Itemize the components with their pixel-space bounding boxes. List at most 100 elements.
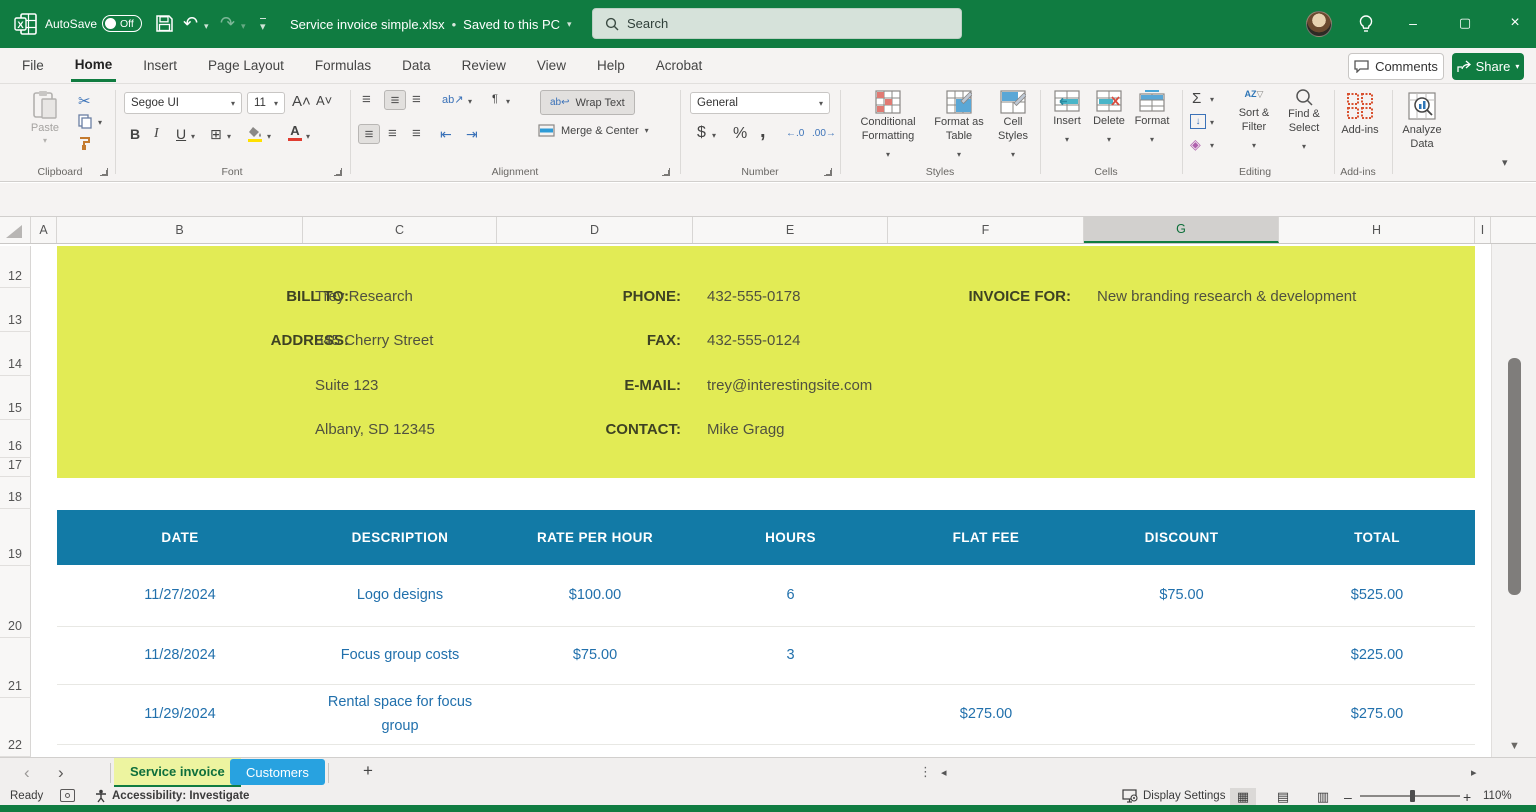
- bold-button[interactable]: B: [130, 126, 140, 142]
- view-page-break-button[interactable]: ▥: [1310, 788, 1336, 805]
- cell-rate[interactable]: $75.00: [497, 644, 693, 668]
- accessibility-status[interactable]: Accessibility: Investigate: [112, 790, 249, 802]
- column-header-g[interactable]: G: [1084, 217, 1279, 243]
- merge-center-button[interactable]: Merge & Center ▾: [538, 124, 649, 137]
- decrease-decimal-icon[interactable]: .00→: [812, 128, 836, 139]
- document-title[interactable]: Service invoice simple.xlsx • Saved to t…: [290, 0, 572, 48]
- zoom-slider-thumb[interactable]: [1410, 790, 1415, 802]
- tab-splitter-icon[interactable]: ⋮: [919, 764, 932, 780]
- font-dialog-launcher[interactable]: [334, 168, 342, 176]
- add-sheet-button[interactable]: +: [363, 761, 373, 781]
- underline-dropdown-icon[interactable]: ▾: [191, 132, 195, 141]
- autosum-dropdown-icon[interactable]: ▾: [1210, 95, 1214, 104]
- font-size-combo[interactable]: 11 ▾: [247, 92, 285, 114]
- tab-insert[interactable]: Insert: [139, 49, 181, 82]
- macro-record-icon[interactable]: [60, 789, 75, 802]
- copy-dropdown-icon[interactable]: ▾: [98, 118, 102, 127]
- text-direction-icon[interactable]: ¶: [492, 93, 498, 105]
- row-header-12[interactable]: 12: [0, 246, 31, 288]
- hscroll-left-icon[interactable]: ◂: [941, 766, 947, 779]
- cell-date[interactable]: 11/28/2024: [57, 644, 303, 668]
- decrease-indent-icon[interactable]: ⇤: [440, 126, 452, 143]
- format-cells-button[interactable]: Format ▾: [1132, 90, 1172, 147]
- clipboard-dialog-launcher[interactable]: [100, 168, 108, 176]
- row-header-21[interactable]: 21: [0, 638, 31, 698]
- underline-button[interactable]: U: [176, 126, 186, 142]
- contact-value[interactable]: Mike Gragg: [707, 416, 785, 444]
- view-normal-button[interactable]: ▦: [1230, 788, 1256, 805]
- bill-to-value[interactable]: Trey Research: [315, 283, 413, 311]
- header-total[interactable]: TOTAL: [1279, 530, 1475, 545]
- undo-icon[interactable]: ↶: [183, 14, 198, 32]
- address-line-2[interactable]: Suite 123: [315, 372, 378, 400]
- tab-review[interactable]: Review: [458, 49, 510, 82]
- cut-icon[interactable]: ✂: [78, 92, 91, 110]
- cell-rate[interactable]: $100.00: [497, 584, 693, 608]
- tab-page-layout[interactable]: Page Layout: [204, 49, 288, 82]
- format-as-table-button[interactable]: Format as Table ▾: [930, 90, 988, 162]
- cell-description[interactable]: Rental space for focus group: [303, 691, 497, 739]
- row-header-22[interactable]: 22: [0, 698, 31, 757]
- sort-filter-button[interactable]: AZ▽ Sort & Filter ▾: [1232, 90, 1276, 153]
- header-hours[interactable]: HOURS: [693, 530, 888, 545]
- sheet-tab-customers[interactable]: Customers: [230, 759, 325, 785]
- view-page-layout-button[interactable]: ▤: [1270, 788, 1296, 805]
- row-header-19[interactable]: 19: [0, 509, 31, 566]
- cell-total[interactable]: $525.00: [1279, 584, 1475, 608]
- orientation-icon[interactable]: ab↗: [442, 93, 463, 106]
- email-value[interactable]: trey@interestingsite.com: [707, 372, 872, 400]
- align-bottom-icon[interactable]: ≡: [412, 92, 421, 107]
- cell-description[interactable]: Logo designs: [303, 584, 497, 608]
- cell-description[interactable]: Focus group costs: [303, 644, 497, 668]
- excel-app-icon[interactable]: X: [14, 12, 38, 36]
- row-header-17[interactable]: 17: [0, 458, 31, 477]
- tab-help[interactable]: Help: [593, 49, 629, 82]
- decrease-font-icon[interactable]: A˅: [316, 93, 332, 108]
- tab-formulas[interactable]: Formulas: [311, 49, 375, 82]
- increase-decimal-icon[interactable]: ←.0: [786, 128, 804, 139]
- align-right-icon[interactable]: ≡: [412, 126, 421, 141]
- hscroll-right-icon[interactable]: ▸: [1471, 766, 1477, 779]
- avatar[interactable]: [1306, 11, 1332, 37]
- column-header-e[interactable]: E: [693, 217, 888, 243]
- search-box[interactable]: Search: [592, 8, 962, 39]
- column-header-c[interactable]: C: [303, 217, 497, 243]
- invoice-header-block[interactable]: BILL TO: Trey Research ADDRESS: 345 Cher…: [57, 246, 1475, 478]
- autosum-icon[interactable]: Σ: [1192, 90, 1201, 107]
- fax-value[interactable]: 432-555-0124: [707, 327, 800, 355]
- accounting-format-icon[interactable]: $: [697, 124, 706, 142]
- percent-style-icon[interactable]: %: [733, 125, 747, 143]
- tab-data[interactable]: Data: [398, 49, 435, 82]
- zoom-out-button[interactable]: –: [1344, 789, 1352, 805]
- fill-dropdown-icon[interactable]: ▾: [1210, 118, 1214, 127]
- header-flat-fee[interactable]: FLAT FEE: [888, 530, 1084, 545]
- font-color-dropdown-icon[interactable]: ▾: [306, 132, 310, 141]
- increase-font-icon[interactable]: A˄: [292, 93, 311, 110]
- share-button[interactable]: Share ▾: [1452, 53, 1524, 80]
- cell-total[interactable]: $275.00: [1279, 703, 1475, 727]
- clear-icon[interactable]: ◈: [1190, 136, 1201, 153]
- column-header-b[interactable]: B: [57, 217, 303, 243]
- tab-file[interactable]: File: [18, 49, 48, 82]
- cell-date[interactable]: 11/29/2024: [57, 703, 303, 727]
- autosave-toggle[interactable]: Off: [102, 15, 142, 32]
- save-icon[interactable]: [155, 14, 174, 33]
- row-header-16[interactable]: 16: [0, 420, 31, 458]
- header-discount[interactable]: DISCOUNT: [1084, 530, 1279, 545]
- header-description[interactable]: DESCRIPTION: [303, 530, 497, 545]
- header-date[interactable]: DATE: [57, 530, 303, 545]
- close-button[interactable]: ×: [1500, 14, 1530, 32]
- vertical-scrollbar[interactable]: ▲ ▼: [1491, 244, 1536, 757]
- cell-total[interactable]: $225.00: [1279, 644, 1475, 668]
- borders-dropdown-icon[interactable]: ▾: [227, 132, 231, 141]
- display-settings-label[interactable]: Display Settings: [1143, 790, 1225, 802]
- align-left-icon[interactable]: ≡: [358, 124, 380, 144]
- align-middle-icon[interactable]: ≡: [384, 90, 406, 110]
- phone-value[interactable]: 432-555-0178: [707, 283, 800, 311]
- cell-hours[interactable]: 3: [693, 644, 888, 668]
- customize-qat-icon[interactable]: ▾: [260, 18, 266, 33]
- invoice-for-value[interactable]: New branding research & development: [1097, 283, 1356, 311]
- fill-down-icon[interactable]: ↓: [1190, 114, 1206, 129]
- copy-icon[interactable]: [78, 114, 92, 129]
- delete-cells-button[interactable]: Delete ▾: [1090, 90, 1128, 147]
